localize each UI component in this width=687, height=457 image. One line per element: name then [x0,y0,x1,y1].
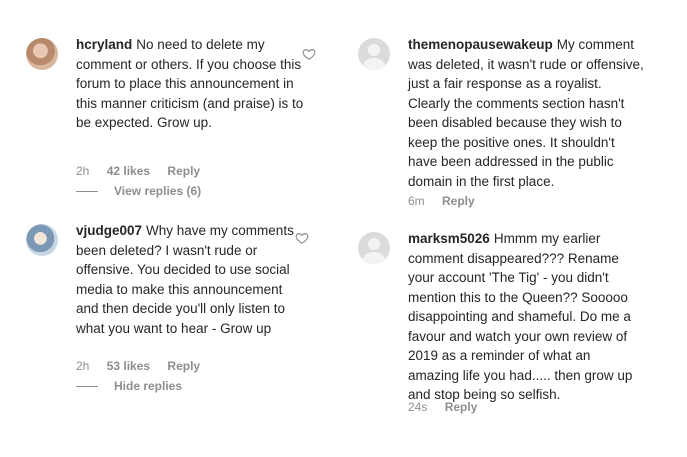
comment-time: 2h [76,164,90,178]
reply-button[interactable]: Reply [442,194,475,208]
username[interactable]: themenopausewakeup [408,37,553,52]
comment-meta: 6m Reply [408,194,489,208]
comment-text: Hmmm my earlier comment disappeared??? R… [408,231,633,402]
comment-meta: 24s Reply [408,400,491,414]
comment-body: marksm5026 Hmmm my earlier comment disapp… [408,229,644,405]
comment-time: 24s [408,400,428,414]
reply-button[interactable]: Reply [167,164,200,178]
hide-replies-link[interactable]: Hide replies [76,379,182,393]
reply-button[interactable]: Reply [167,359,200,373]
comment-themenopausewakeup: themenopausewakeup My comment was deleted… [358,35,658,218]
comment-vjudge007: vjudge007 Why have my comments been delet… [26,221,326,394]
comment-body: themenopausewakeup My comment was deleted… [408,35,644,191]
likes-count[interactable]: 53 likes [107,359,150,373]
username[interactable]: hcryland [76,37,132,52]
comment-text: My comment was deleted, it wasn't rude o… [408,37,644,189]
comment-text: Why have my comments been deleted? I was… [76,223,294,336]
username[interactable]: vjudge007 [76,223,142,238]
comment-marksm5026: marksm5026 Hmmm my earlier comment disapp… [358,229,658,422]
comment-time: 2h [76,359,90,373]
comment-time: 6m [408,194,425,208]
heart-outline-icon[interactable] [302,47,316,61]
view-replies-link[interactable]: View replies (6) [76,184,201,198]
comment-body: hcryland No need to delete my comment or … [76,35,306,133]
thread-line [76,386,98,388]
comment-meta: 2h 53 likes Reply [76,359,214,373]
view-replies-label[interactable]: View replies (6) [114,184,201,198]
hide-replies-label[interactable]: Hide replies [114,379,182,393]
avatar[interactable] [26,224,58,256]
thread-line [76,191,98,193]
avatar[interactable] [358,38,390,70]
avatar[interactable] [26,38,58,70]
likes-count[interactable]: 42 likes [107,164,150,178]
comment-hcryland: hcryland No need to delete my comment or … [26,35,326,208]
username[interactable]: marksm5026 [408,231,490,246]
avatar[interactable] [358,232,390,264]
reply-button[interactable]: Reply [445,400,478,414]
comment-body: vjudge007 Why have my comments been delet… [76,221,298,338]
comment-meta: 2h 42 likes Reply [76,164,214,178]
heart-outline-icon[interactable] [295,231,309,245]
